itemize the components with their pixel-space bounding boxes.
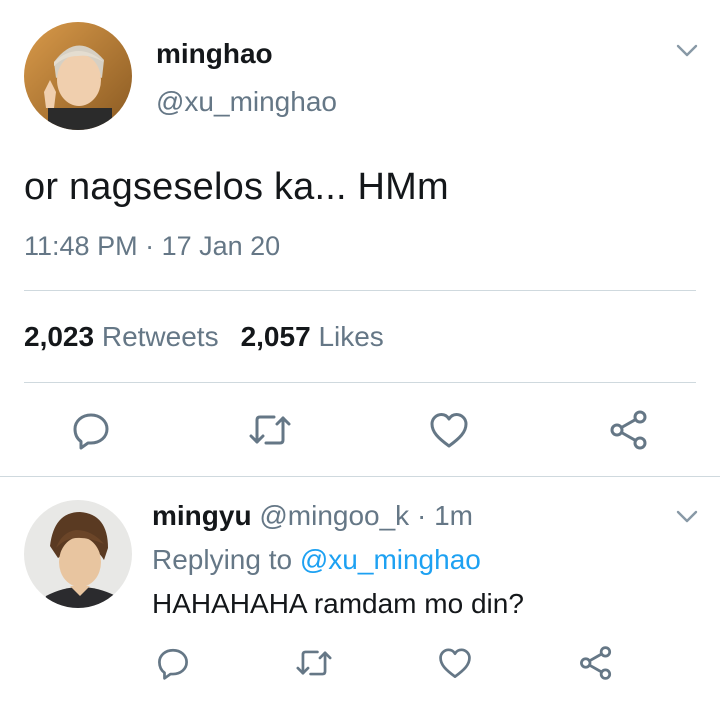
replying-to: Replying to @xu_minghao	[152, 544, 481, 576]
meta-separator: ·	[137, 231, 162, 261]
reply-author-avatar[interactable]	[24, 500, 132, 608]
replying-prefix: Replying to	[152, 544, 300, 575]
likes-label: Likes	[318, 321, 384, 352]
likes-stat[interactable]: 2,057 Likes	[241, 321, 384, 352]
retweet-icon	[296, 650, 332, 676]
author-avatar-image	[24, 22, 132, 130]
share-icon	[610, 410, 647, 450]
like-icon	[439, 648, 471, 678]
retweet-button[interactable]	[247, 407, 293, 453]
retweets-count: 2,023	[24, 321, 95, 352]
author-handle[interactable]: @xu_minghao	[156, 86, 337, 118]
reply-text: HAHAHAHA ramdam mo din?	[152, 588, 524, 619]
reply-tweet[interactable]: mingyu @mingoo_k · 1m Replying to @xu_mi…	[0, 478, 720, 706]
reply-button[interactable]	[68, 407, 114, 453]
reply-avatar-image	[24, 500, 132, 608]
thread-divider	[0, 476, 720, 477]
reply-reply-button[interactable]	[154, 644, 192, 682]
reply-retweet-button[interactable]	[295, 644, 333, 682]
tweet-stats: 2,023 Retweets 2,057 Likes	[24, 321, 384, 353]
reply-icon	[73, 413, 109, 450]
divider	[24, 290, 696, 291]
likes-count: 2,057	[240, 321, 311, 352]
reply-share-button[interactable]	[577, 644, 615, 682]
replying-to-link[interactable]: @xu_minghao	[300, 544, 481, 575]
reply-time[interactable]: 1m	[434, 500, 473, 531]
retweet-icon	[249, 415, 291, 445]
share-icon	[580, 646, 612, 680]
divider	[24, 382, 696, 383]
tweet-time: 11:48 PM	[24, 231, 138, 261]
tweet-text: or nagseselos ka... HMm	[24, 166, 449, 208]
reply-display-name[interactable]: mingyu	[152, 500, 252, 531]
share-button[interactable]	[606, 407, 652, 453]
reply-header: mingyu @mingoo_k · 1m	[152, 500, 473, 532]
retweets-label: Retweets	[101, 321, 219, 352]
author-avatar[interactable]	[24, 22, 132, 130]
reply-separator: ·	[409, 500, 435, 531]
reply-like-button[interactable]	[436, 644, 474, 682]
chevron-down-icon[interactable]	[676, 510, 698, 524]
main-tweet: minghao @xu_minghao or nagseselos ka... …	[0, 0, 720, 478]
like-button[interactable]	[426, 407, 472, 453]
tweet-timestamp[interactable]: 11:48 PM · 17 Jan 20	[24, 231, 280, 262]
author-display-name[interactable]: minghao	[156, 38, 273, 70]
reply-icon	[158, 648, 188, 680]
reply-handle[interactable]: @mingoo_k	[259, 500, 409, 531]
retweets-stat[interactable]: 2,023 Retweets	[24, 321, 219, 352]
tweet-date: 17 Jan 20	[161, 231, 281, 261]
chevron-down-icon[interactable]	[676, 44, 698, 58]
like-icon	[430, 413, 468, 448]
